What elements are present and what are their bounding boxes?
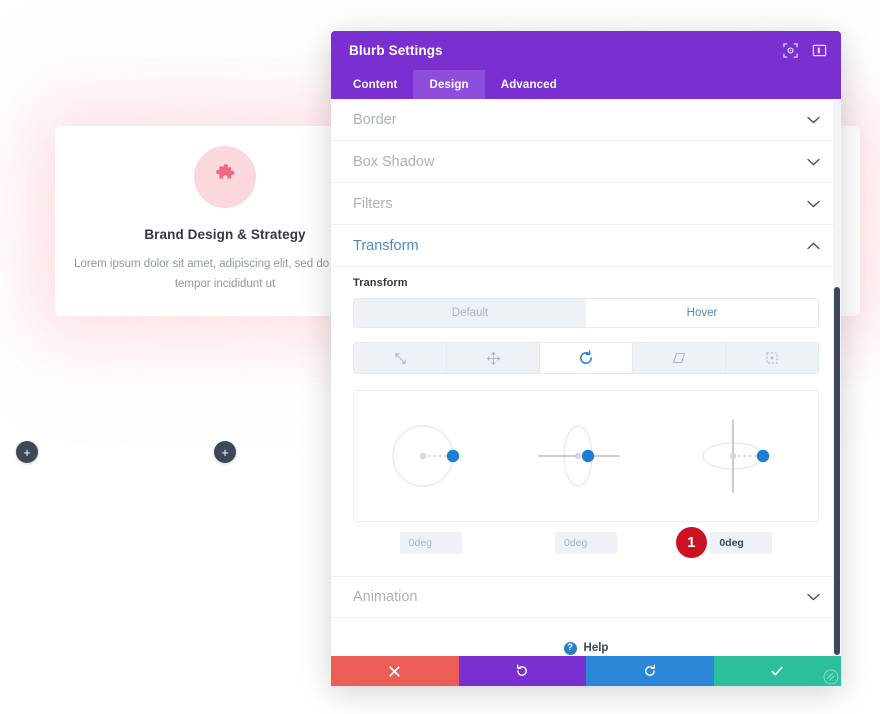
focus-target-icon[interactable] — [783, 43, 798, 58]
chevron-down-icon — [807, 158, 820, 166]
undo-icon — [515, 664, 529, 678]
redo-button[interactable] — [586, 656, 714, 686]
blurb-icon-wrapper — [194, 146, 256, 208]
transform-panel: Transform Default Hover 0deg 0deg 1 0deg — [331, 267, 841, 576]
scale-icon[interactable] — [354, 343, 446, 373]
modal-scrollbar-thumb[interactable] — [834, 287, 840, 655]
section-label: Transform — [353, 237, 419, 254]
chevron-down-icon — [807, 116, 820, 124]
section-label: Animation — [353, 589, 418, 605]
rotate-icon[interactable] — [540, 343, 632, 373]
rotate-z-input[interactable]: 0deg — [399, 532, 462, 554]
tab-design[interactable]: Design — [413, 70, 485, 99]
rotate-y-input[interactable]: 0deg — [554, 532, 617, 554]
chevron-down-icon — [807, 200, 820, 208]
chevron-down-icon — [807, 593, 820, 601]
undo-button[interactable] — [458, 656, 586, 686]
modal-header: Blurb Settings — [331, 31, 841, 70]
help-label: Help — [583, 642, 609, 654]
rotate-y-dial[interactable] — [526, 401, 646, 511]
skew-icon[interactable] — [633, 343, 725, 373]
cancel-button[interactable] — [331, 656, 459, 686]
rotate-z-dial[interactable] — [371, 401, 491, 511]
blurb-settings-modal: Blurb Settings Content Design Advanced B… — [331, 31, 841, 686]
section-animation[interactable]: Animation — [331, 576, 841, 618]
rotate-z-value-cell: 0deg — [353, 532, 508, 554]
rotation-value-row: 0deg 0deg 1 0deg — [353, 527, 819, 558]
save-button[interactable] — [713, 656, 841, 686]
rotate-x-input[interactable]: 0deg — [710, 532, 773, 554]
chevron-up-icon — [807, 242, 820, 250]
close-icon — [388, 665, 401, 678]
modal-header-actions — [783, 31, 827, 70]
rotate-y-value-cell: 0deg — [508, 532, 663, 554]
state-tab-hover[interactable]: Hover — [586, 299, 818, 327]
resize-grip-icon[interactable] — [823, 669, 839, 685]
help-row[interactable]: ? Help — [331, 618, 841, 656]
redo-icon — [643, 664, 657, 678]
section-box-shadow[interactable]: Box Shadow — [331, 141, 841, 183]
transform-state-toggle: Default Hover — [353, 298, 819, 328]
origin-icon[interactable] — [726, 343, 818, 373]
tab-advanced[interactable]: Advanced — [485, 70, 573, 99]
modal-footer — [331, 656, 841, 686]
transform-type-tabs — [353, 342, 819, 374]
section-border[interactable]: Border — [331, 99, 841, 141]
rotate-x-dial[interactable] — [681, 401, 801, 511]
add-module-button-right[interactable]: + — [214, 441, 236, 463]
move-icon[interactable] — [447, 343, 539, 373]
step-badge: 1 — [675, 527, 707, 558]
modal-scrollbar-track[interactable] — [833, 99, 841, 656]
section-label: Border — [353, 111, 397, 128]
modal-body: Border Box Shadow Filters Transform Tran… — [331, 99, 841, 656]
plus-icon: + — [23, 444, 31, 460]
transform-field-label: Transform — [353, 277, 408, 289]
rotation-dial-area — [353, 390, 819, 522]
modal-tab-bar: Content Design Advanced — [331, 70, 841, 99]
screen: Brand Design & Strategy Lorem ipsum dolo… — [0, 0, 880, 714]
panel-layout-icon[interactable] — [812, 43, 827, 58]
section-label: Box Shadow — [353, 153, 435, 170]
section-transform[interactable]: Transform — [331, 225, 841, 267]
puzzle-piece-icon — [212, 162, 238, 193]
plus-icon: + — [221, 444, 229, 460]
rotate-x-value-cell: 1 0deg — [664, 527, 819, 558]
section-label: Filters — [353, 195, 393, 212]
question-mark-icon: ? — [563, 641, 577, 655]
modal-title: Blurb Settings — [349, 43, 443, 58]
tab-content[interactable]: Content — [337, 70, 413, 99]
state-tab-default[interactable]: Default — [354, 299, 586, 327]
add-module-button-left[interactable]: + — [16, 441, 38, 463]
section-filters[interactable]: Filters — [331, 183, 841, 225]
blurb-title: Brand Design & Strategy — [144, 227, 306, 242]
check-icon — [770, 664, 784, 678]
